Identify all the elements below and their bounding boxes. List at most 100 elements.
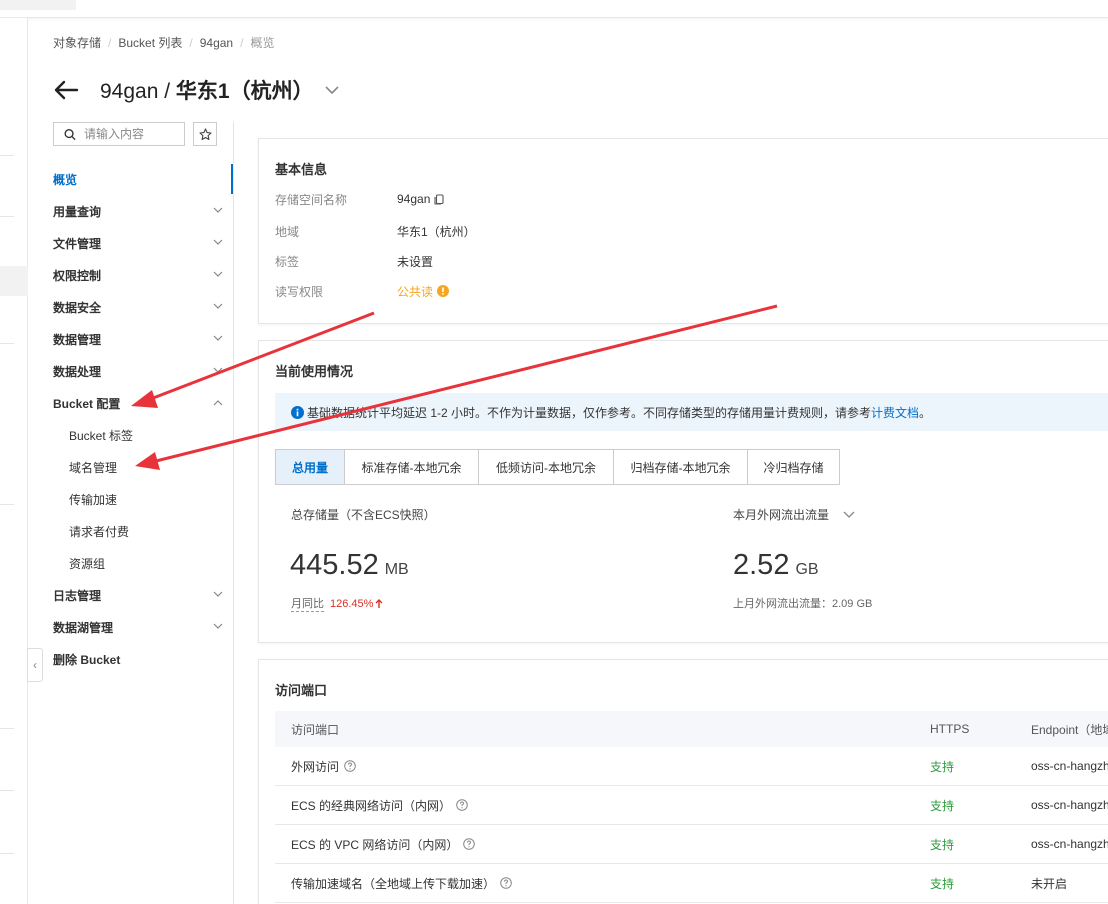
billing-doc-link[interactable]: 计费文档 [871,404,919,421]
info-key: 标签 [275,254,300,269]
rail-divider [0,216,14,217]
notice-text: 基础数据统计平均延迟 1-2 小时。不作为计量数据，仅作参考。不同存储类型的存储… [307,405,872,420]
nav-subitem-transfer-acceleration[interactable]: 传输加速 [69,486,225,512]
info-value: 94gan [397,192,445,206]
nav-active-indicator [231,164,233,194]
breadcrumb-item[interactable]: 94gan [200,36,233,50]
traffic-value: 2.52 [733,549,790,581]
endpoint-value: oss-cn-hangzhou-internal.aliyuncs.com [1031,798,1108,812]
mom-label: 月同比 [291,595,324,612]
rail-divider [0,728,14,729]
nav-subitem-label: Bucket 标签 [69,428,134,443]
storage-type-tabs: 总用量 标准存储-本地冗余 低频访问-本地冗余 归档存储-本地冗余 冷归档存储 [275,449,840,485]
column-header: 访问端口 [291,722,340,737]
nav-search-input[interactable] [84,127,184,141]
nav-item-data-lake[interactable]: 数据湖管理 [53,614,225,640]
help-icon[interactable] [463,838,476,850]
info-key: 地域 [275,224,300,239]
favorite-button[interactable] [193,122,217,146]
page-title-bucket: 94gan [100,80,159,103]
endpoint-name-cell: ECS 的经典网络访问（内网） [291,797,468,814]
nav-item-data-security[interactable]: 数据安全 [53,294,225,320]
nav-item-data-processing[interactable]: 数据处理 [53,358,225,384]
nav-subitem-label: 请求者付费 [69,524,130,539]
top-bar [0,0,1108,18]
tab-cold-archive[interactable]: 冷归档存储 [748,450,839,484]
usage-notice: 基础数据统计平均延迟 1-2 小时。不作为计量数据，仅作参考。不同存储类型的存储… [275,393,1108,431]
card-title: 基本信息 [275,162,328,177]
storage-value-block: 445.52 MB [290,549,409,582]
info-value: 华东1（杭州） [397,224,476,239]
back-arrow-icon[interactable] [53,76,81,104]
nav-item-usage[interactable]: 用量查询 [53,198,225,224]
traffic-selector[interactable]: 本月外网流出流量 [733,506,855,523]
nav-subitem-requester-pays[interactable]: 请求者付费 [69,518,225,544]
endpoint-name: ECS 的经典网络访问（内网） [291,798,452,813]
copy-icon[interactable] [434,193,445,205]
endpoint-value: oss-cn-hangzhou.aliyuncs.com [1031,759,1108,773]
nav-subitem-label: 资源组 [69,556,106,571]
help-icon[interactable] [344,760,356,772]
rail-divider [0,155,14,156]
endpoint-value: oss-cn-hangzhou-internal.aliyuncs.com [1031,837,1108,851]
nav-item-logs[interactable]: 日志管理 [53,582,225,608]
endpoints-card: 访问端口 访问端口 HTTPS Endpoint（地域节点） 外网访问 支持 o… [258,659,1108,904]
nav-item-permissions[interactable]: 权限控制 [53,262,225,288]
nav-item-label: 数据安全 [53,300,102,315]
chevron-down-icon[interactable] [324,85,340,95]
chevron-down-icon [213,239,223,245]
chevron-up-icon [213,400,223,406]
card-title: 访问端口 [275,683,328,698]
breadcrumb-item[interactable]: Bucket 列表 [118,34,182,51]
chevron-down-icon [213,271,223,277]
nav-subitem-label: 传输加速 [69,492,118,507]
endpoint-name: ECS 的 VPC 网络访问（内网） [291,837,459,852]
rail-divider [0,853,14,854]
tab-archive[interactable]: 归档存储-本地冗余 [614,450,748,484]
nav-item-label: 用量查询 [53,204,102,219]
table-row: 外网访问 支持 oss-cn-hangzhou.aliyuncs.com [275,747,1108,786]
chevron-down-icon [213,591,223,597]
collapse-sidebar-button[interactable]: ‹ [27,648,43,682]
nav-item-data-management[interactable]: 数据管理 [53,326,225,352]
help-icon[interactable] [500,877,512,889]
info-key: 读写权限 [275,284,324,299]
endpoint-name: 外网访问 [291,759,340,774]
acl-value: 公共读 [397,284,434,299]
tab-standard[interactable]: 标准存储-本地冗余 [345,450,479,484]
nav-item-label: 数据湖管理 [53,620,114,635]
nav-item-overview[interactable]: 概览 [53,166,225,192]
storage-label: 总存储量（不含ECS快照） [291,508,436,522]
column-header: Endpoint（地域节点） [1031,722,1108,737]
product-rail [0,18,28,904]
bucket-name-value: 94gan [397,192,431,206]
nav-item-delete-bucket[interactable]: 删除 Bucket [53,646,225,672]
chevron-down-icon [213,623,223,629]
endpoint-name-cell: ECS 的 VPC 网络访问（内网） [291,836,476,853]
notice-end: 。 [919,405,932,420]
tab-infrequent[interactable]: 低频访问-本地冗余 [479,450,614,484]
nav-item-label: 数据处理 [53,364,102,379]
nav-subitem-domain-management[interactable]: 域名管理 [69,454,225,480]
traffic-value-block: 2.52 GB [733,549,819,582]
breadcrumb-separator: / [240,36,244,50]
nav-item-bucket-config[interactable]: Bucket 配置 [53,390,225,416]
warning-icon[interactable] [437,285,450,297]
nav-item-label: 日志管理 [53,588,102,603]
info-key: 存储空间名称 [275,192,348,207]
storage-value: 445.52 [290,549,379,581]
nav-item-files[interactable]: 文件管理 [53,230,225,256]
info-row-acl: 读写权限 公共读 [275,283,450,299]
nav-subitem-bucket-tags[interactable]: Bucket 标签 [69,422,225,448]
breadcrumb-current: 概览 [250,36,275,50]
nav-subitem-resource-group[interactable]: 资源组 [69,550,225,576]
nav-item-label: Bucket 配置 [53,396,121,411]
endpoint-name-cell: 传输加速域名（全地域上传下载加速） [291,875,512,892]
nav-item-label: 删除 Bucket [53,652,121,667]
info-icon [291,405,304,419]
basic-info-card: 基本信息 存储空间名称 94gan 地域 华东1（杭州） 标签 未设置 读写权限… [258,138,1108,324]
help-icon[interactable] [456,799,468,811]
breadcrumb-item[interactable]: 对象存储 [53,34,101,51]
tab-total[interactable]: 总用量 [276,450,345,484]
last-month-traffic: 上月外网流出流量：2.09 GB [733,598,873,610]
